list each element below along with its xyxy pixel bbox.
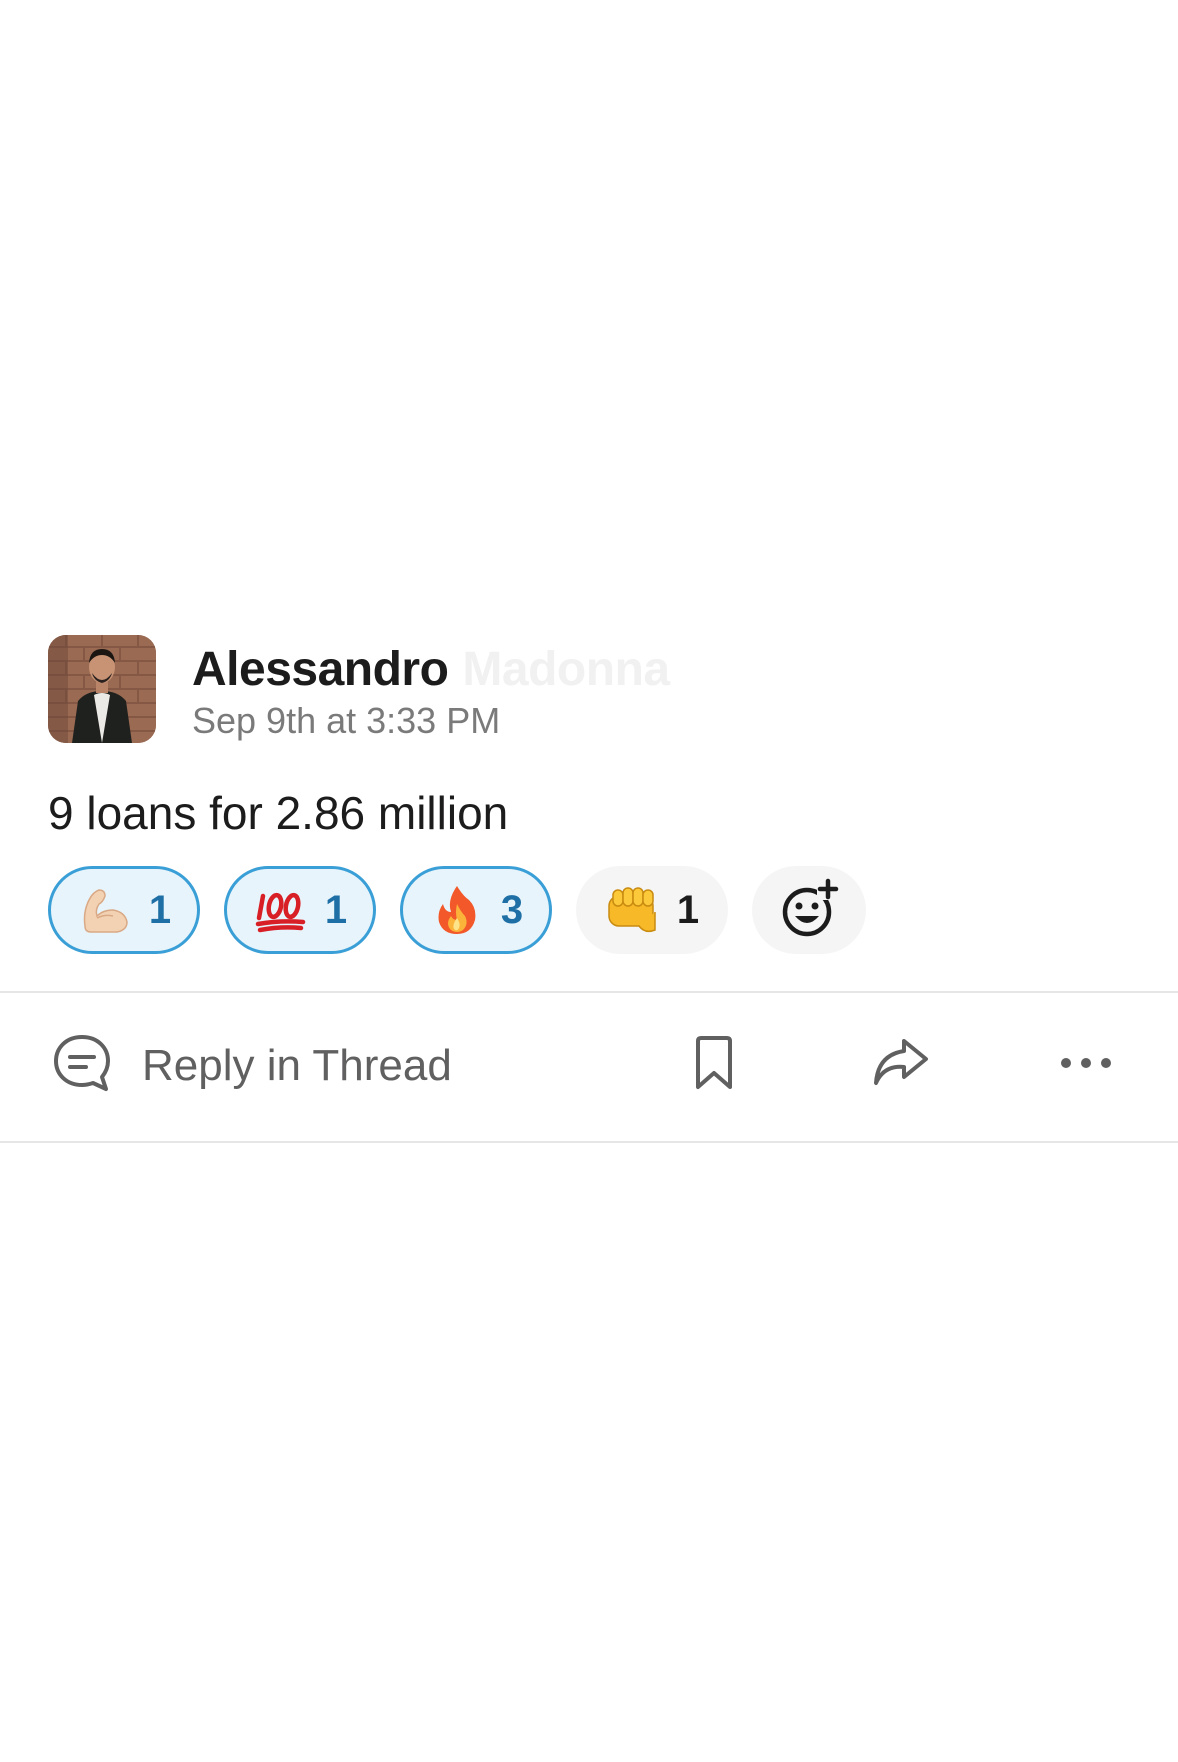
oncoming-fist-icon [605,882,661,938]
reaction-count: 1 [324,887,348,932]
author-name[interactable]: Alessandro Madonna [192,642,670,697]
thread-bubble-icon [52,1033,112,1098]
avatar[interactable] [48,635,156,743]
bookmark-icon [692,1035,736,1096]
reply-in-thread-button[interactable]: Reply in Thread [52,1033,452,1098]
flexed-biceps-icon [77,882,133,938]
divider [0,1141,1178,1143]
add-emoji-icon [779,877,839,943]
reaction-fire[interactable]: 3 [400,866,552,954]
hundred-points-icon [253,882,309,938]
fire-icon [429,882,485,938]
more-actions-button[interactable] [1054,1033,1118,1097]
share-arrow-icon [870,1035,930,1096]
reaction-oncoming-fist[interactable]: 1 [576,866,728,954]
reactions-bar: 1 1 3 1 [48,866,866,954]
reaction-count: 1 [148,887,172,932]
message-text: 9 loans for 2.86 million [48,787,509,839]
reply-in-thread-label: Reply in Thread [142,1040,452,1090]
author-surname: Madonna [462,643,670,696]
message-timestamp[interactable]: Sep 9th at 3:33 PM [192,700,500,742]
reaction-flexed-biceps[interactable]: 1 [48,866,200,954]
share-button[interactable] [868,1033,932,1097]
more-dots-icon [1058,1055,1114,1076]
add-reaction-button[interactable] [752,866,866,954]
reaction-count: 3 [500,887,524,932]
author-first-name: Alessandro [192,643,449,696]
bookmark-button[interactable] [682,1033,746,1097]
reaction-hundred-points[interactable]: 1 [224,866,376,954]
message-action-bar: Reply in Thread [0,993,1178,1141]
reaction-count: 1 [676,887,700,932]
